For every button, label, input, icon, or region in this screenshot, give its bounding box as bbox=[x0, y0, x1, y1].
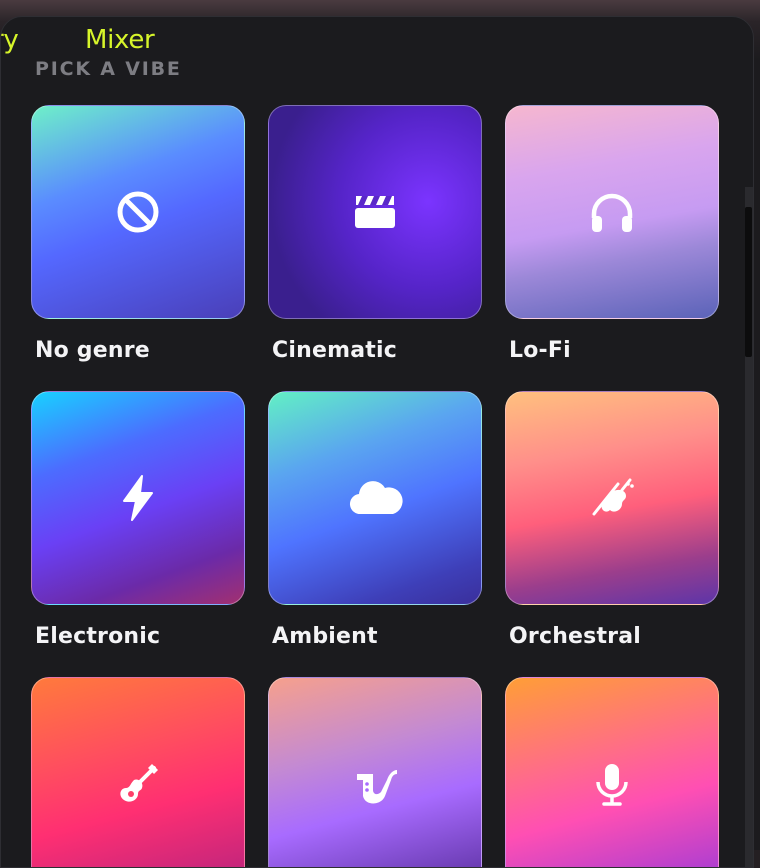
genre-card-no-genre[interactable] bbox=[31, 105, 245, 319]
clapperboard-icon bbox=[351, 188, 399, 236]
genre-label-ambient: Ambient bbox=[272, 624, 378, 649]
genre-picker-panel: ry Mixer PICK A VIBE No genre Cinematic … bbox=[0, 16, 754, 868]
microphone-icon bbox=[588, 760, 636, 808]
genre-card-orchestral[interactable] bbox=[505, 391, 719, 605]
section-title: PICK A VIBE bbox=[35, 58, 182, 80]
genre-label-lo-fi: Lo-Fi bbox=[509, 338, 571, 363]
genre-card-electronic[interactable] bbox=[31, 391, 245, 605]
genre-card-ambient[interactable] bbox=[268, 391, 482, 605]
violin-icon bbox=[588, 474, 636, 522]
guitar-icon bbox=[114, 760, 162, 808]
genre-label-orchestral: Orchestral bbox=[509, 624, 642, 649]
saxophone-icon bbox=[351, 760, 399, 808]
genre-card-microphone[interactable] bbox=[505, 677, 719, 867]
genre-label-cinematic: Cinematic bbox=[272, 338, 397, 363]
scrollbar-thumb[interactable] bbox=[745, 207, 752, 357]
genre-card-cinematic[interactable] bbox=[268, 105, 482, 319]
cloud-icon bbox=[347, 474, 403, 522]
genre-label-electronic: Electronic bbox=[35, 624, 161, 649]
scrollbar-track[interactable] bbox=[745, 187, 753, 867]
no-symbol-icon bbox=[114, 188, 162, 236]
tab-partial[interactable]: ry bbox=[1, 25, 19, 55]
genre-card-lo-fi[interactable] bbox=[505, 105, 719, 319]
genre-card-guitar[interactable] bbox=[31, 677, 245, 867]
genre-card-saxophone[interactable] bbox=[268, 677, 482, 867]
headphones-icon bbox=[588, 188, 636, 236]
genre-label-no-genre: No genre bbox=[35, 338, 150, 363]
lightning-bolt-icon bbox=[114, 474, 162, 522]
tab-mixer[interactable]: Mixer bbox=[85, 25, 155, 55]
